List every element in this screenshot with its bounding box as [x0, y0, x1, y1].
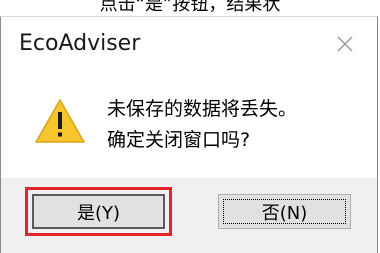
message-line-2: 确定关闭窗口吗? [107, 129, 251, 151]
dialog-body: 未保存的数据将丢失。 确定关闭窗口吗? [1, 73, 377, 178]
dialog-title: EcoAdviser [19, 31, 141, 56]
dialog-message: 未保存的数据将丢失。 确定关闭窗口吗? [107, 94, 297, 156]
title-bar: EcoAdviser [1, 17, 377, 73]
close-icon [337, 36, 353, 52]
message-dialog: EcoAdviser 未保存的数据将丢失。 确定关闭窗口吗? 是(Y) 否(N) [0, 16, 378, 253]
annotation-highlight-box [25, 187, 172, 236]
dialog-footer: 是(Y) 否(N) [1, 178, 377, 253]
no-button-label: 否(N) [261, 202, 308, 224]
message-line-1: 未保存的数据将丢失。 [107, 98, 298, 120]
no-button[interactable]: 否(N) [218, 194, 351, 229]
close-button[interactable] [325, 27, 365, 61]
warning-icon [35, 99, 85, 143]
background-caption-text: 点击“是”按钮，结果状 [99, 0, 281, 15]
